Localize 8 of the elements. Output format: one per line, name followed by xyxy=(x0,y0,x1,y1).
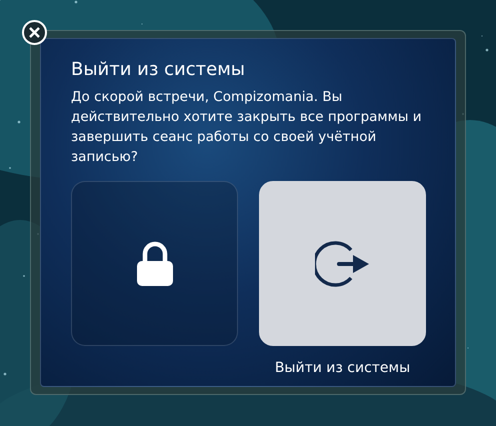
lock-button[interactable] xyxy=(71,181,238,346)
logout-icon xyxy=(314,240,370,288)
lock-icon xyxy=(136,240,174,286)
dialog-message: До скорой встречи, Compizomania. Вы действительно хотите закрыть все программы и завершить сеанс работы со своей учётной записью? xyxy=(71,88,423,167)
logout-button[interactable] xyxy=(259,181,426,346)
dialog-title: Выйти из системы xyxy=(71,59,246,80)
option-label: Выйти из системы xyxy=(274,360,410,376)
close-icon xyxy=(29,27,40,38)
